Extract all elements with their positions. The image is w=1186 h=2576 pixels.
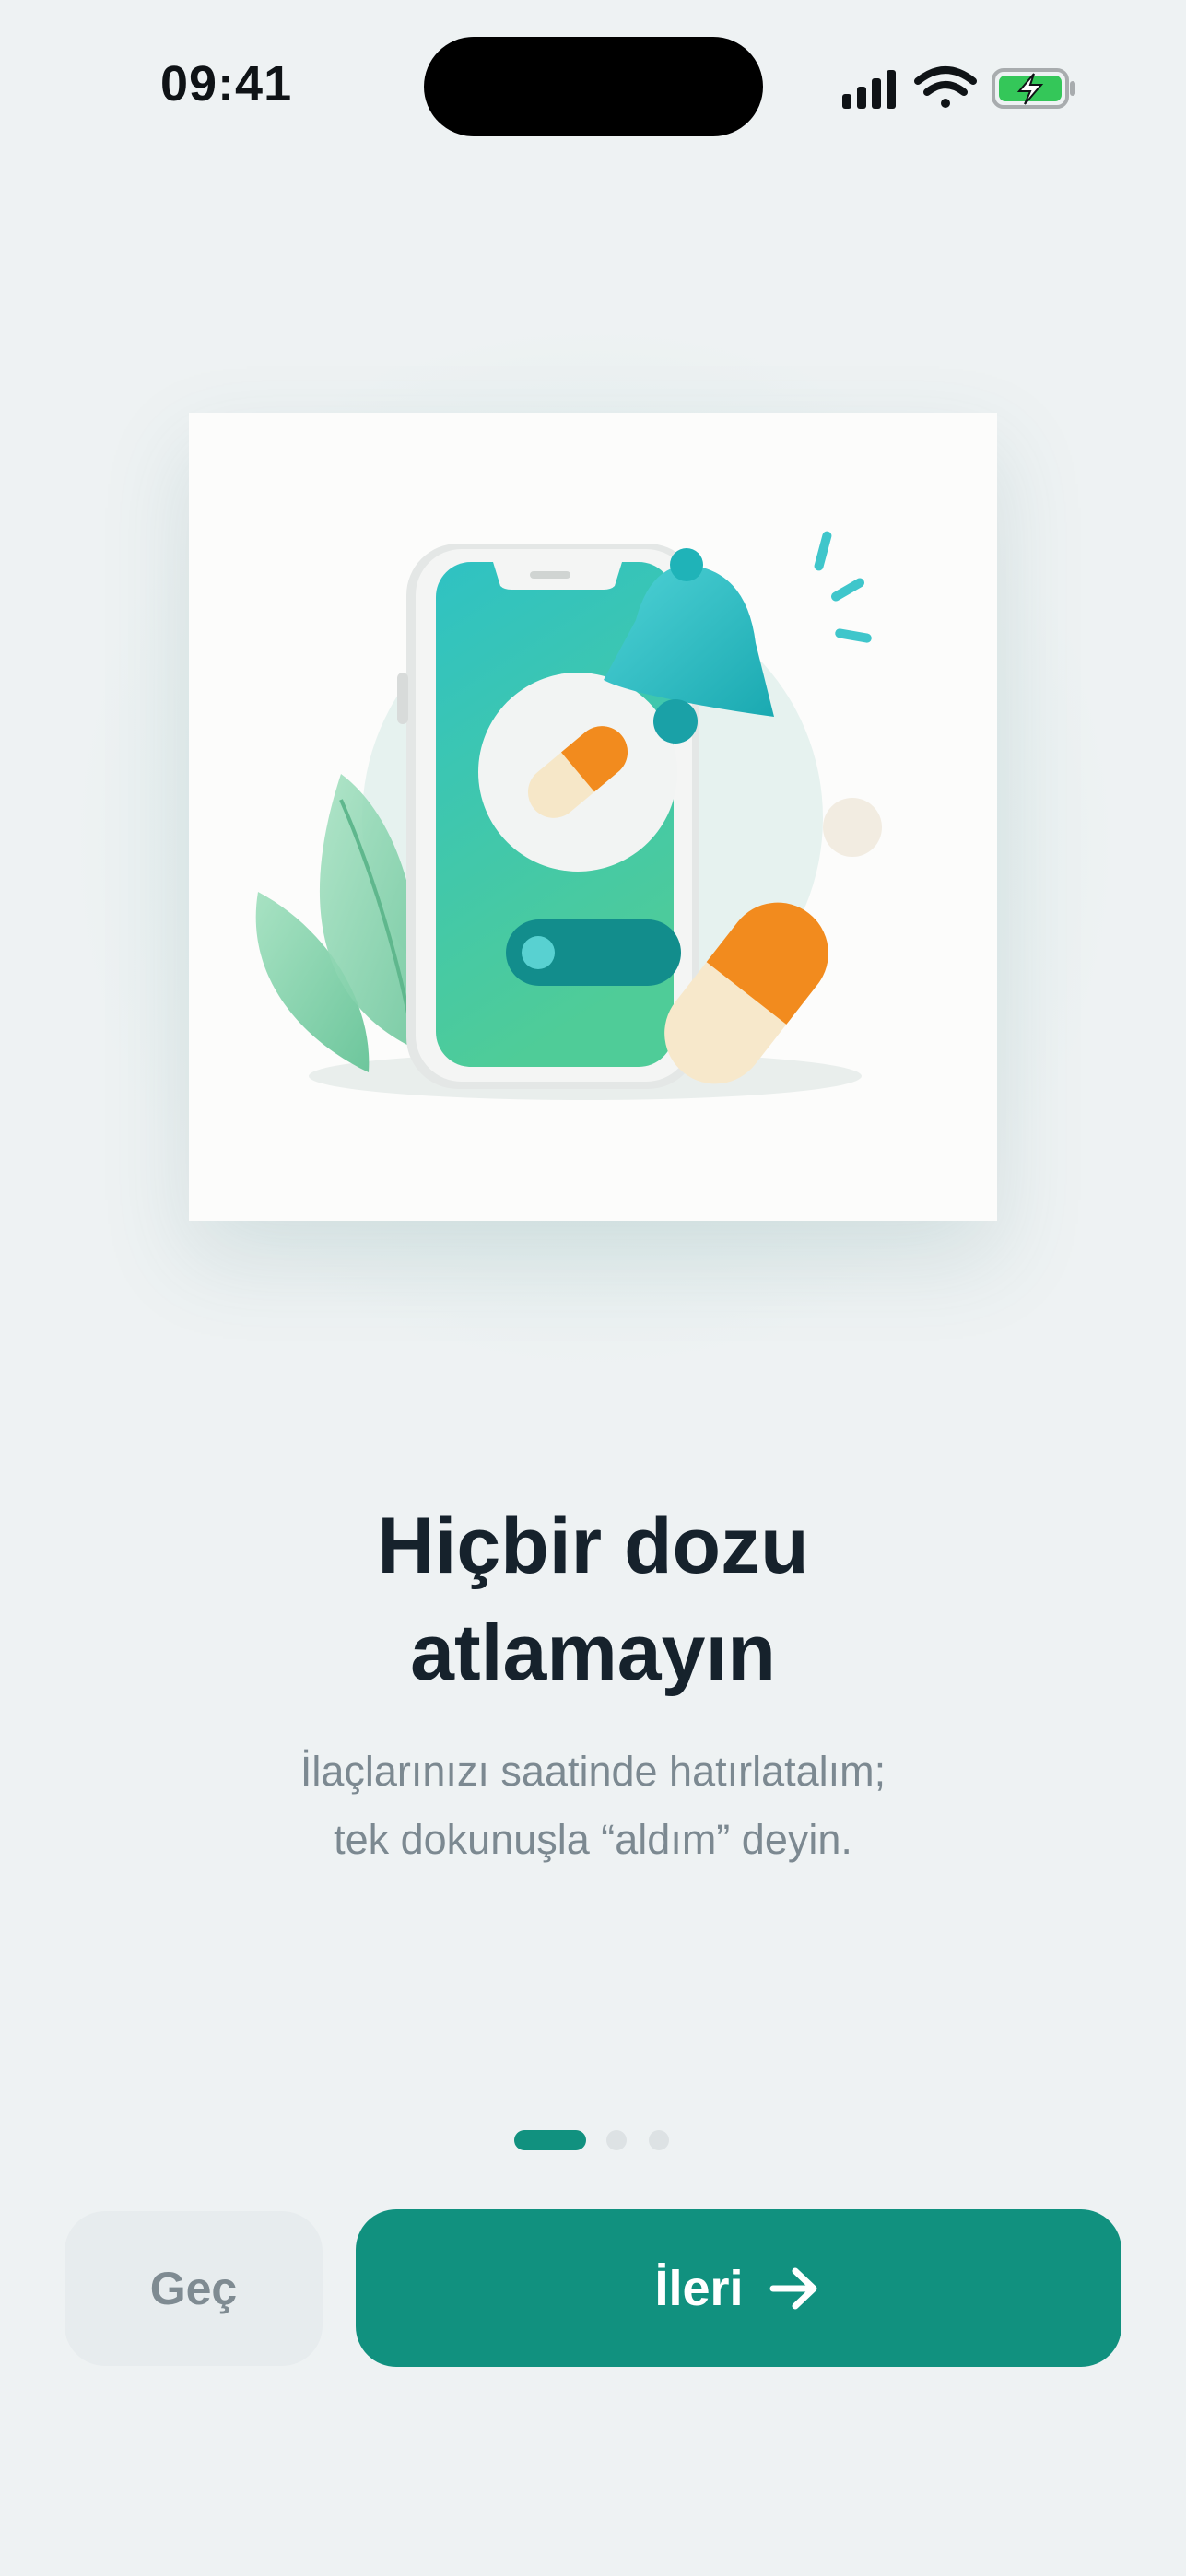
subtitle-line-2: tek dokunuşla “aldım” deyin. bbox=[334, 1816, 852, 1863]
onboarding-subtitle: İlaçlarınızı saatinde hatırlatalım; tek … bbox=[0, 1738, 1186, 1874]
illustration bbox=[189, 413, 997, 1221]
skip-button[interactable]: Geç bbox=[65, 2211, 323, 2366]
status-bar: 09:41 bbox=[0, 0, 1186, 175]
page-indicator bbox=[514, 2128, 680, 2152]
arrow-right-icon bbox=[769, 2267, 817, 2309]
subtitle-line-1: İlaçlarınızı saatinde hatırlatalım; bbox=[299, 1748, 887, 1795]
onboarding-title: Hiçbir dozu atlamayın bbox=[0, 1493, 1186, 1706]
title-line-2: atlamayın bbox=[410, 1609, 776, 1697]
bead-icon bbox=[823, 798, 882, 857]
status-icons bbox=[840, 61, 1080, 116]
cellular-signal-icon bbox=[842, 70, 896, 109]
skip-button-label: Geç bbox=[149, 2263, 238, 2314]
page-dot bbox=[606, 2130, 627, 2150]
next-button-label: İleri bbox=[654, 2260, 744, 2316]
wifi-icon bbox=[914, 66, 977, 108]
dynamic-island bbox=[424, 37, 763, 136]
page-dot-active bbox=[514, 2130, 586, 2150]
battery-charging-icon bbox=[992, 68, 1075, 109]
next-button[interactable]: İleri bbox=[356, 2209, 1121, 2367]
title-line-1: Hiçbir dozu bbox=[377, 1502, 809, 1590]
status-time: 09:41 bbox=[160, 56, 293, 111]
page-dot bbox=[649, 2130, 669, 2150]
